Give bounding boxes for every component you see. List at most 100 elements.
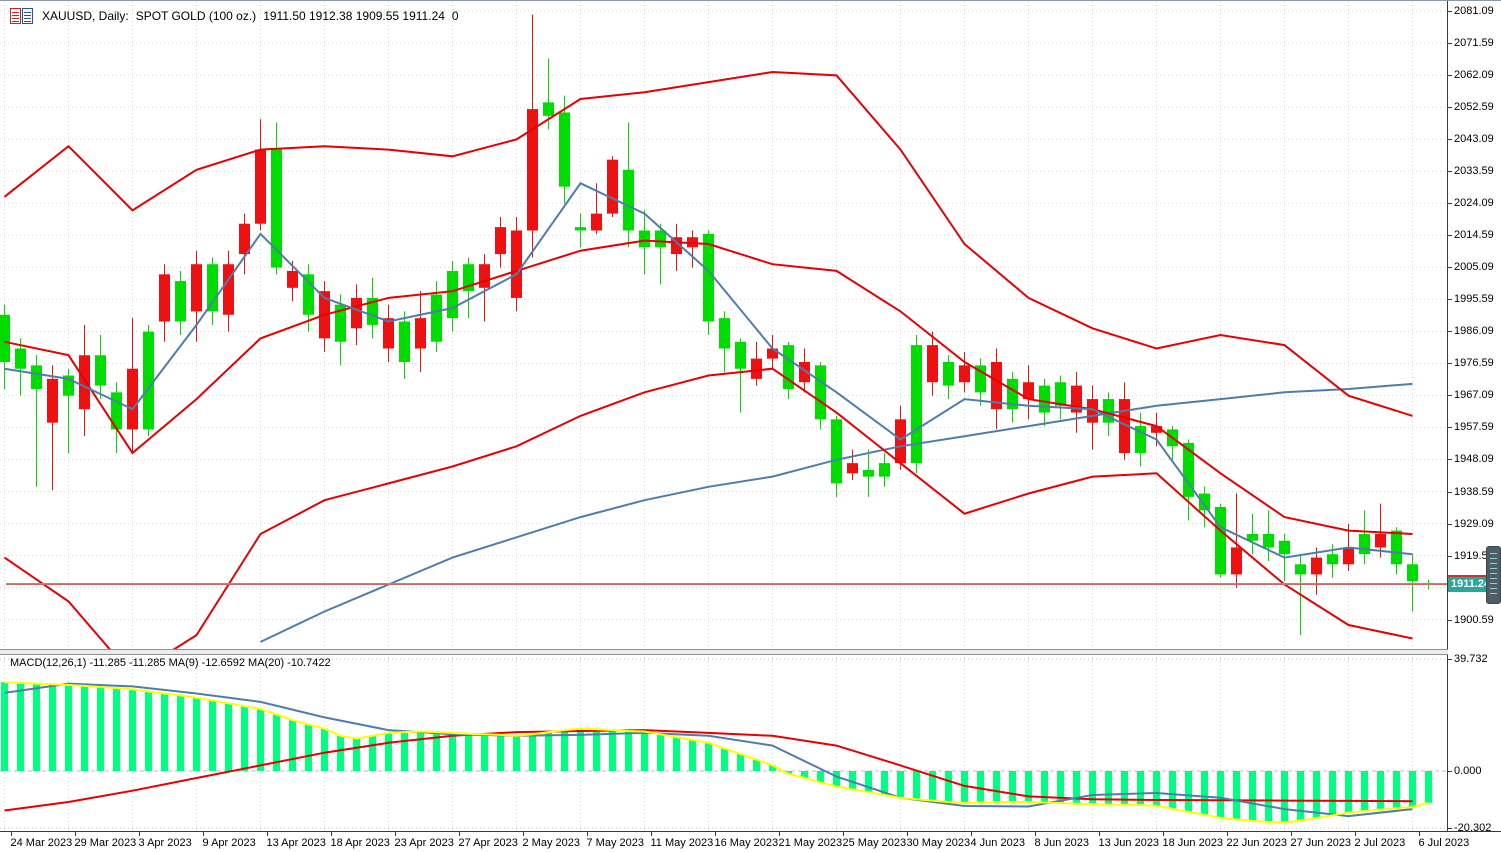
time-axis-tick <box>267 832 268 836</box>
time-axis-label[interactable]: 18 Apr 2023 <box>331 837 390 849</box>
time-axis-label[interactable]: 9 Apr 2023 <box>203 837 256 849</box>
macd-histogram-bar <box>705 743 712 771</box>
main-chart-canvas[interactable] <box>0 1 1447 649</box>
macd-histogram-bar <box>1313 771 1320 818</box>
volume-label: 0 <box>452 9 459 23</box>
candle-body <box>1375 534 1386 547</box>
candle-body <box>719 318 730 348</box>
macd-histogram-bar <box>257 709 264 771</box>
candle-body <box>607 160 618 214</box>
candle-body <box>591 214 602 231</box>
time-axis-label[interactable]: 2 May 2023 <box>523 837 580 849</box>
time-axis-label[interactable]: 30 May 2023 <box>907 837 971 849</box>
axis-tick <box>1448 299 1452 300</box>
candle-body <box>15 349 26 369</box>
time-axis-label[interactable]: 18 Jun 2023 <box>1163 837 1224 849</box>
time-axis-label[interactable]: 11 May 2023 <box>651 837 714 849</box>
macd-histogram-bar <box>289 720 296 771</box>
time-axis-label[interactable]: 16 May 2023 <box>715 837 779 849</box>
price-axis-label: 1986.09 <box>1454 325 1494 337</box>
time-axis-tick <box>651 832 652 836</box>
candle-body <box>1231 547 1242 574</box>
axis-tick <box>1448 11 1452 12</box>
macd-canvas[interactable] <box>0 653 1447 831</box>
macd-indicator-label: MACD(12,26,1) -11.285 -11.285 MA(9) -12.… <box>10 657 331 669</box>
time-axis-label[interactable]: 27 Jun 2023 <box>1291 837 1352 849</box>
candle-body <box>879 463 890 476</box>
macd-histogram-bar <box>193 698 200 771</box>
axis-tick <box>1448 771 1452 772</box>
candle-body <box>399 322 410 362</box>
macd-pane[interactable] <box>0 653 1447 831</box>
time-axis-label[interactable]: 21 May 2023 <box>779 837 843 849</box>
macd-histogram-bar <box>1185 771 1192 812</box>
time-axis-label[interactable]: 8 Jun 2023 <box>1035 837 1089 849</box>
candle-body <box>431 295 442 342</box>
time-axis-label[interactable]: 4 Jun 2023 <box>971 837 1025 849</box>
candle-body <box>1279 541 1290 554</box>
time-axis-tick <box>1291 832 1292 836</box>
candle-body <box>863 470 874 477</box>
macd-histogram-bar <box>1329 771 1336 815</box>
candle-body <box>639 230 650 247</box>
macd-axis-label: 0.000 <box>1454 765 1482 777</box>
time-axis-tick <box>203 832 204 836</box>
axis-tick <box>1448 107 1452 108</box>
macd-histogram-bar <box>689 740 696 771</box>
macd-histogram-bar <box>817 771 824 782</box>
time-axis-label[interactable]: 6 Jul 2023 <box>1419 837 1470 849</box>
time-axis-tick <box>1035 832 1036 836</box>
macd-histogram-bar <box>1233 771 1240 819</box>
macd-histogram-bar <box>401 732 408 771</box>
time-axis-label[interactable]: 13 Apr 2023 <box>267 837 326 849</box>
candle-body <box>207 264 218 311</box>
macd-histogram-bar <box>561 730 568 771</box>
symbol-description-label: SPOT GOLD (100 oz.) <box>136 9 257 23</box>
axis-tick <box>1448 43 1452 44</box>
candle-body <box>1199 493 1210 510</box>
candle-body <box>127 369 138 430</box>
candle-body <box>175 281 186 321</box>
macd-histogram-bar <box>1345 771 1352 813</box>
candle-body <box>959 365 970 382</box>
time-axis-label[interactable]: 2 Jul 2023 <box>1355 837 1406 849</box>
macd-histogram-bar <box>33 684 40 771</box>
macd-histogram-bar <box>1169 771 1176 809</box>
time-axis-tick <box>843 832 844 836</box>
price-axis[interactable]: 2081.092071.592062.092052.592043.092033.… <box>1448 1 1501 831</box>
price-scale-scrollbar-thumb[interactable] <box>1486 546 1501 604</box>
time-axis-label[interactable]: 29 Mar 2023 <box>75 837 137 849</box>
candle-body <box>655 230 666 247</box>
time-axis-label[interactable]: 7 May 2023 <box>587 837 644 849</box>
candle-body <box>79 355 90 409</box>
macd-histogram-bar <box>209 701 216 771</box>
macd-histogram-bar <box>625 731 632 771</box>
time-axis-label[interactable]: 13 Jun 2023 <box>1099 837 1160 849</box>
candle-body <box>255 150 266 224</box>
macd-histogram-bar <box>385 733 392 771</box>
candle-body <box>95 355 106 385</box>
time-axis[interactable]: 24 Mar 202329 Mar 20233 Apr 2023 9 Apr 20… <box>0 831 1501 852</box>
macd-histogram-bar <box>465 734 472 771</box>
time-axis-tick <box>587 832 588 836</box>
axis-tick <box>1448 524 1452 525</box>
main-chart-pane[interactable] <box>0 1 1447 649</box>
candle-body <box>159 274 170 321</box>
macd-histogram-bar <box>449 733 456 771</box>
time-axis-label[interactable]: 25 May 2023 <box>843 837 907 849</box>
macd-histogram-bar <box>721 748 728 771</box>
candle-body <box>1263 534 1274 547</box>
candle-body <box>831 419 842 483</box>
time-axis-label[interactable]: 27 Apr 2023 <box>459 837 518 849</box>
axis-tick <box>1448 459 1452 460</box>
time-axis-tick <box>971 832 972 836</box>
pane-splitter[interactable] <box>0 649 1448 655</box>
chart-window: XAUUSD, Daily: SPOT GOLD (100 oz.) 1911.… <box>0 0 1501 852</box>
time-axis-tick <box>907 832 908 836</box>
time-axis-label[interactable]: 23 Apr 2023 <box>395 837 454 849</box>
time-axis-label[interactable]: 3 Apr 2023 <box>139 837 192 849</box>
candle-body <box>1327 554 1338 564</box>
candle-body <box>31 365 42 389</box>
time-axis-label[interactable]: 24 Mar 2023 <box>11 837 73 849</box>
time-axis-label[interactable]: 22 Jun 2023 <box>1227 837 1288 849</box>
